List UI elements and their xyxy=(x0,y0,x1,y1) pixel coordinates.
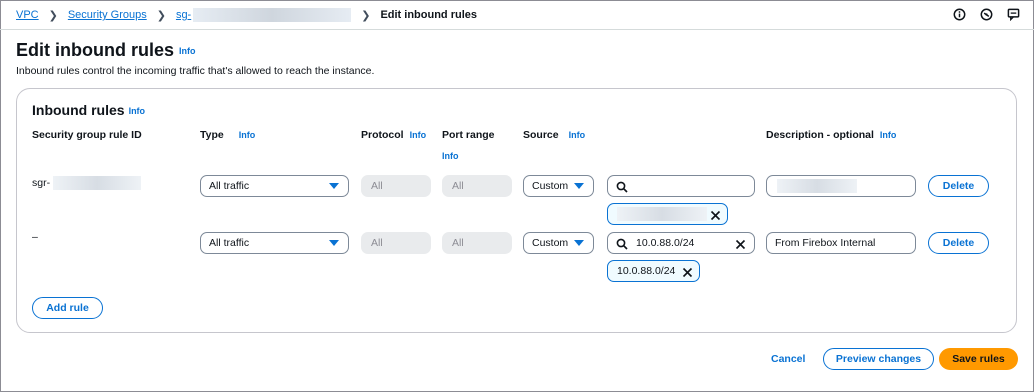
preview-changes-button[interactable]: Preview changes xyxy=(823,348,934,370)
type-select-1[interactable]: All traffic xyxy=(200,175,349,197)
source-search-input-1[interactable] xyxy=(607,175,755,197)
search-icon xyxy=(616,237,628,257)
delete-button-1[interactable]: Delete xyxy=(928,175,989,197)
source-select-2-value: Custom xyxy=(532,237,569,249)
protocol-field-1: All xyxy=(361,175,431,197)
source-token-2: 10.0.88.0/24 xyxy=(607,260,700,282)
column-header-type: Type Info xyxy=(200,129,255,141)
column-header-description: Description - optional Info xyxy=(766,129,896,141)
info-circle-icon[interactable] xyxy=(952,7,966,21)
source-search-2-value: 10.0.88.0/24 xyxy=(636,237,695,249)
caret-down-icon xyxy=(329,240,339,246)
rule-id-1: sgr- xyxy=(32,176,142,190)
delete-button-2[interactable]: Delete xyxy=(928,232,989,254)
port-range-field-1: All xyxy=(442,175,512,197)
add-rule-button[interactable]: Add rule xyxy=(32,297,103,319)
redacted-source-token xyxy=(617,207,707,222)
inbound-rules-panel: Inbound rules Info Security group rule ID… xyxy=(16,88,1017,333)
breadcrumb-current: Edit inbound rules xyxy=(380,9,477,21)
type-select-2[interactable]: All traffic xyxy=(200,232,349,254)
source-token-2-text: 10.0.88.0/24 xyxy=(617,265,676,277)
description-input-1[interactable] xyxy=(766,175,916,197)
chevron-right-icon: ❯ xyxy=(156,9,166,22)
column-header-protocol: Protocol Info xyxy=(361,129,426,141)
page-description: Inbound rules control the incoming traff… xyxy=(16,65,375,77)
protocol-info-link[interactable]: Info xyxy=(410,130,427,140)
feedback-icon[interactable] xyxy=(1006,7,1020,21)
column-header-port-range-text: Port range xyxy=(442,129,495,141)
cancel-button[interactable]: Cancel xyxy=(771,353,805,365)
column-header-source-text: Source xyxy=(523,129,559,141)
notifications-icon[interactable] xyxy=(979,7,993,21)
redacted-security-group-id xyxy=(193,8,352,22)
column-header-protocol-text: Protocol xyxy=(361,129,404,141)
port-range-field-2: All xyxy=(442,232,512,254)
protocol-field-2: All xyxy=(361,232,431,254)
chevron-right-icon: ❯ xyxy=(48,9,58,22)
description-input-2[interactable]: From Firebox Internal xyxy=(766,232,916,254)
caret-down-icon xyxy=(574,183,584,189)
panel-title-text: Inbound rules xyxy=(32,102,125,118)
column-header-port-range: Port range xyxy=(442,129,495,141)
clear-icon[interactable] xyxy=(735,237,746,257)
panel-title: Inbound rules Info xyxy=(32,102,145,118)
caret-down-icon xyxy=(574,240,584,246)
chevron-right-icon: ❯ xyxy=(361,9,371,22)
column-header-rule-id: Security group rule ID xyxy=(32,129,142,141)
column-header-type-text: Type xyxy=(200,129,224,141)
column-header-source: Source Info xyxy=(523,129,585,141)
source-info-link[interactable]: Info xyxy=(569,130,586,140)
page-title-info-link[interactable]: Info xyxy=(179,46,196,56)
save-rules-button[interactable]: Save rules xyxy=(939,348,1018,370)
panel-title-info-link[interactable]: Info xyxy=(129,106,146,116)
source-select-1-value: Custom xyxy=(532,180,569,192)
breadcrumb-vpc[interactable]: VPC xyxy=(16,9,39,21)
port-range-info-link[interactable]: Info xyxy=(442,151,459,161)
breadcrumb-security-group-id[interactable]: sg- xyxy=(176,9,191,21)
description-info-link[interactable]: Info xyxy=(880,130,897,140)
rule-id-2: – xyxy=(32,231,38,243)
type-info-link[interactable]: Info xyxy=(239,130,256,140)
caret-down-icon xyxy=(329,183,339,189)
source-select-1[interactable]: Custom xyxy=(523,175,594,197)
source-token-1 xyxy=(607,203,728,225)
search-icon xyxy=(616,180,628,200)
source-search-input-2[interactable]: 10.0.88.0/24 xyxy=(607,232,755,254)
rule-id-1-text: sgr- xyxy=(32,176,51,189)
page-title-text: Edit inbound rules xyxy=(16,40,174,60)
breadcrumb-security-groups[interactable]: Security Groups xyxy=(68,9,147,21)
type-select-1-value: All traffic xyxy=(209,180,250,192)
redacted-rule-id xyxy=(53,176,142,190)
type-select-2-value: All traffic xyxy=(209,237,250,249)
close-icon[interactable] xyxy=(682,265,693,285)
page-title: Edit inbound rules Info xyxy=(16,40,196,61)
top-bar: VPC ❯ Security Groups ❯ sg- ❯ Edit inbou… xyxy=(0,0,1034,30)
column-header-description-text: Description - optional xyxy=(766,129,874,141)
header-icons xyxy=(952,7,1020,21)
breadcrumb: VPC ❯ Security Groups ❯ sg- ❯ Edit inbou… xyxy=(16,8,477,22)
redacted-description xyxy=(777,179,857,194)
close-icon[interactable] xyxy=(710,208,721,228)
source-select-2[interactable]: Custom xyxy=(523,232,594,254)
